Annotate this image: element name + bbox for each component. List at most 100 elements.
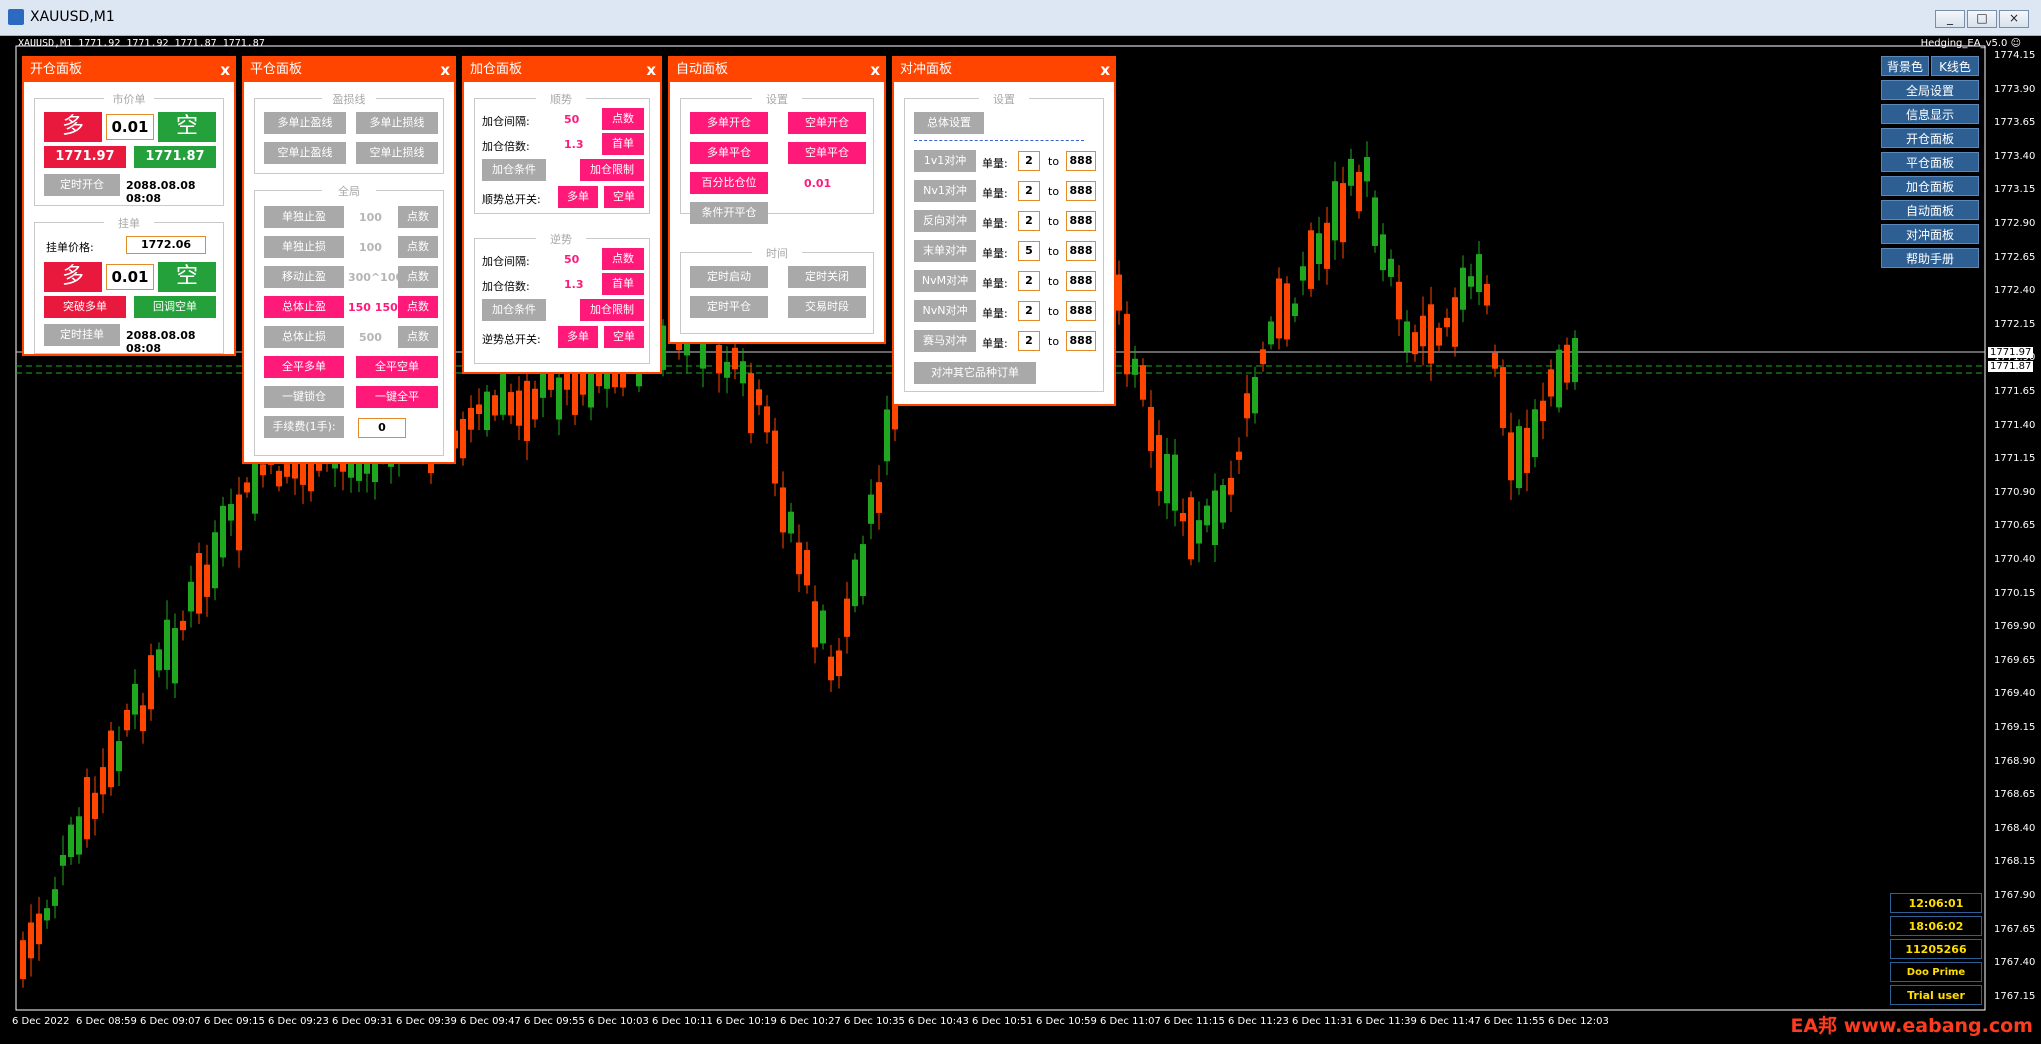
close-panel-toggle-button[interactable]: 平仓面板 (1881, 152, 1979, 172)
hedge-mode-button[interactable]: 反向对冲 (914, 210, 976, 232)
close-icon[interactable]: x (440, 58, 450, 82)
overall-settings-button[interactable]: 总体设置 (914, 112, 984, 134)
timed-start[interactable]: 定时启动 (690, 266, 768, 288)
open-panel-toggle-button[interactable]: 开仓面板 (1881, 128, 1979, 148)
auto-panel-toggle-button[interactable]: 自动面板 (1881, 200, 1979, 220)
close-all-sell-button[interactable]: 全平空单 (356, 356, 438, 378)
hedge-lots-max[interactable]: 888 (1066, 241, 1096, 261)
hedge-lots-min[interactable]: 2 (1018, 331, 1040, 351)
counter-buy-switch[interactable]: 多单 (558, 326, 598, 348)
auto-panel-header[interactable]: 自动面板 x (670, 58, 884, 82)
hedge-mode-button[interactable]: NvM对冲 (914, 270, 976, 292)
candle-color-button[interactable]: K线色 (1931, 56, 1979, 76)
hedge-mode-button[interactable]: Nv1对冲 (914, 180, 976, 202)
buy-button[interactable]: 多 (44, 112, 102, 142)
counter-add-condition[interactable]: 加仓条件 (482, 299, 546, 321)
close-icon[interactable]: x (646, 58, 656, 82)
buy-price[interactable]: 1771.97 (44, 146, 126, 168)
trend-buy-switch[interactable]: 多单 (558, 186, 598, 208)
hedge-lots-max[interactable]: 888 (1066, 331, 1096, 351)
trend-first-order[interactable]: 首单 (602, 133, 644, 155)
timed-pending-time[interactable]: 2088.08.08 08:08 (126, 329, 234, 355)
trailing-tp-value[interactable]: 300^100 (348, 271, 403, 284)
auto-sell-close[interactable]: 空单平仓 (788, 142, 866, 164)
close-icon[interactable]: x (220, 58, 230, 82)
one-click-lock-button[interactable]: 一键锁仓 (264, 386, 344, 408)
single-tp-points[interactable]: 点数 (398, 206, 438, 228)
trend-add-limit[interactable]: 加仓限制 (580, 159, 644, 181)
pending-price-input[interactable]: 1772.06 (126, 236, 206, 254)
global-settings-button[interactable]: 全局设置 (1881, 80, 1979, 100)
total-tp-points[interactable]: 点数 (398, 296, 438, 318)
trailing-tp-button[interactable]: 移动止盈 (264, 266, 344, 288)
conditional-open-close[interactable]: 条件开平仓 (690, 202, 768, 224)
close-all-buy-button[interactable]: 全平多单 (264, 356, 344, 378)
counter-interval-points[interactable]: 点数 (602, 248, 644, 270)
sell-button[interactable]: 空 (158, 112, 216, 142)
hedge-mode-button[interactable]: NvN对冲 (914, 300, 976, 322)
auto-buy-open[interactable]: 多单开仓 (690, 112, 768, 134)
fee-input[interactable]: 0 (358, 418, 406, 438)
single-tp-value[interactable]: 100 (359, 211, 382, 224)
trading-session[interactable]: 交易时段 (788, 296, 866, 318)
breakout-buy-button[interactable]: 突破多单 (44, 296, 126, 318)
open-panel-header[interactable]: 开仓面板 x (24, 58, 234, 82)
single-tp-button[interactable]: 单独止盈 (264, 206, 344, 228)
hedge-mode-button[interactable]: 1v1对冲 (914, 150, 976, 172)
close-icon[interactable]: x (870, 58, 880, 82)
trend-sell-switch[interactable]: 空单 (604, 186, 644, 208)
hedge-lots-max[interactable]: 888 (1066, 181, 1096, 201)
sell-price[interactable]: 1771.87 (134, 146, 216, 168)
single-sl-points[interactable]: 点数 (398, 236, 438, 258)
hedge-panel-toggle-button[interactable]: 对冲面板 (1881, 224, 1979, 244)
trend-mult-value[interactable]: 1.3 (564, 138, 584, 151)
hedge-lots-min[interactable]: 2 (1018, 181, 1040, 201)
percent-position-value[interactable]: 0.01 (804, 177, 831, 190)
hedge-panel-header[interactable]: 对冲面板 x (894, 58, 1114, 82)
add-panel-header[interactable]: 加仓面板 x (464, 58, 660, 82)
buy-sl-line-button[interactable]: 多单止损线 (356, 112, 438, 134)
close-icon[interactable]: x (1100, 58, 1110, 82)
total-sl-points[interactable]: 点数 (398, 326, 438, 348)
pullback-sell-button[interactable]: 回调空单 (134, 296, 216, 318)
hedge-lots-min[interactable]: 5 (1018, 241, 1040, 261)
percent-position-button[interactable]: 百分比仓位 (690, 172, 768, 194)
sell-tp-line-button[interactable]: 空单止盈线 (264, 142, 346, 164)
total-tp-value[interactable]: 150 150 (348, 301, 398, 314)
hedge-lots-min[interactable]: 2 (1018, 211, 1040, 231)
hedge-lots-max[interactable]: 888 (1066, 271, 1096, 291)
lots-input[interactable]: 0.01 (106, 114, 154, 140)
hedge-lots-max[interactable]: 888 (1066, 301, 1096, 321)
hedge-other-symbol-button[interactable]: 对冲其它品种订单 (914, 362, 1036, 384)
background-color-button[interactable]: 背景色 (1881, 56, 1929, 76)
hedge-lots-min[interactable]: 2 (1018, 151, 1040, 171)
counter-sell-switch[interactable]: 空单 (604, 326, 644, 348)
help-manual-button[interactable]: 帮助手册 (1881, 248, 1979, 268)
timed-stop[interactable]: 定时关闭 (788, 266, 866, 288)
pending-buy-button[interactable]: 多 (44, 262, 102, 292)
total-sl-button[interactable]: 总体止损 (264, 326, 344, 348)
buy-tp-line-button[interactable]: 多单止盈线 (264, 112, 346, 134)
hedge-lots-min[interactable]: 2 (1018, 271, 1040, 291)
auto-buy-close[interactable]: 多单平仓 (690, 142, 768, 164)
sell-sl-line-button[interactable]: 空单止损线 (356, 142, 438, 164)
hedge-mode-button[interactable]: 赛马对冲 (914, 330, 976, 352)
trend-add-condition[interactable]: 加仓条件 (482, 159, 546, 181)
info-display-button[interactable]: 信息显示 (1881, 104, 1979, 124)
hedge-lots-max[interactable]: 888 (1066, 151, 1096, 171)
hedge-mode-button[interactable]: 末单对冲 (914, 240, 976, 262)
hedge-lots-max[interactable]: 888 (1066, 211, 1096, 231)
total-tp-button[interactable]: 总体止盈 (264, 296, 344, 318)
add-panel-toggle-button[interactable]: 加仓面板 (1881, 176, 1979, 196)
counter-add-limit[interactable]: 加仓限制 (580, 299, 644, 321)
trend-interval-points[interactable]: 点数 (602, 108, 644, 130)
pending-sell-button[interactable]: 空 (158, 262, 216, 292)
timed-close[interactable]: 定时平仓 (690, 296, 768, 318)
counter-mult-value[interactable]: 1.3 (564, 278, 584, 291)
counter-first-order[interactable]: 首单 (602, 273, 644, 295)
hedge-lots-min[interactable]: 2 (1018, 301, 1040, 321)
timed-open-time[interactable]: 2088.08.08 08:08 (126, 179, 234, 205)
counter-interval-value[interactable]: 50 (564, 253, 579, 266)
total-sl-value[interactable]: 500 (359, 331, 382, 344)
close-panel-header[interactable]: 平仓面板 x (244, 58, 454, 82)
